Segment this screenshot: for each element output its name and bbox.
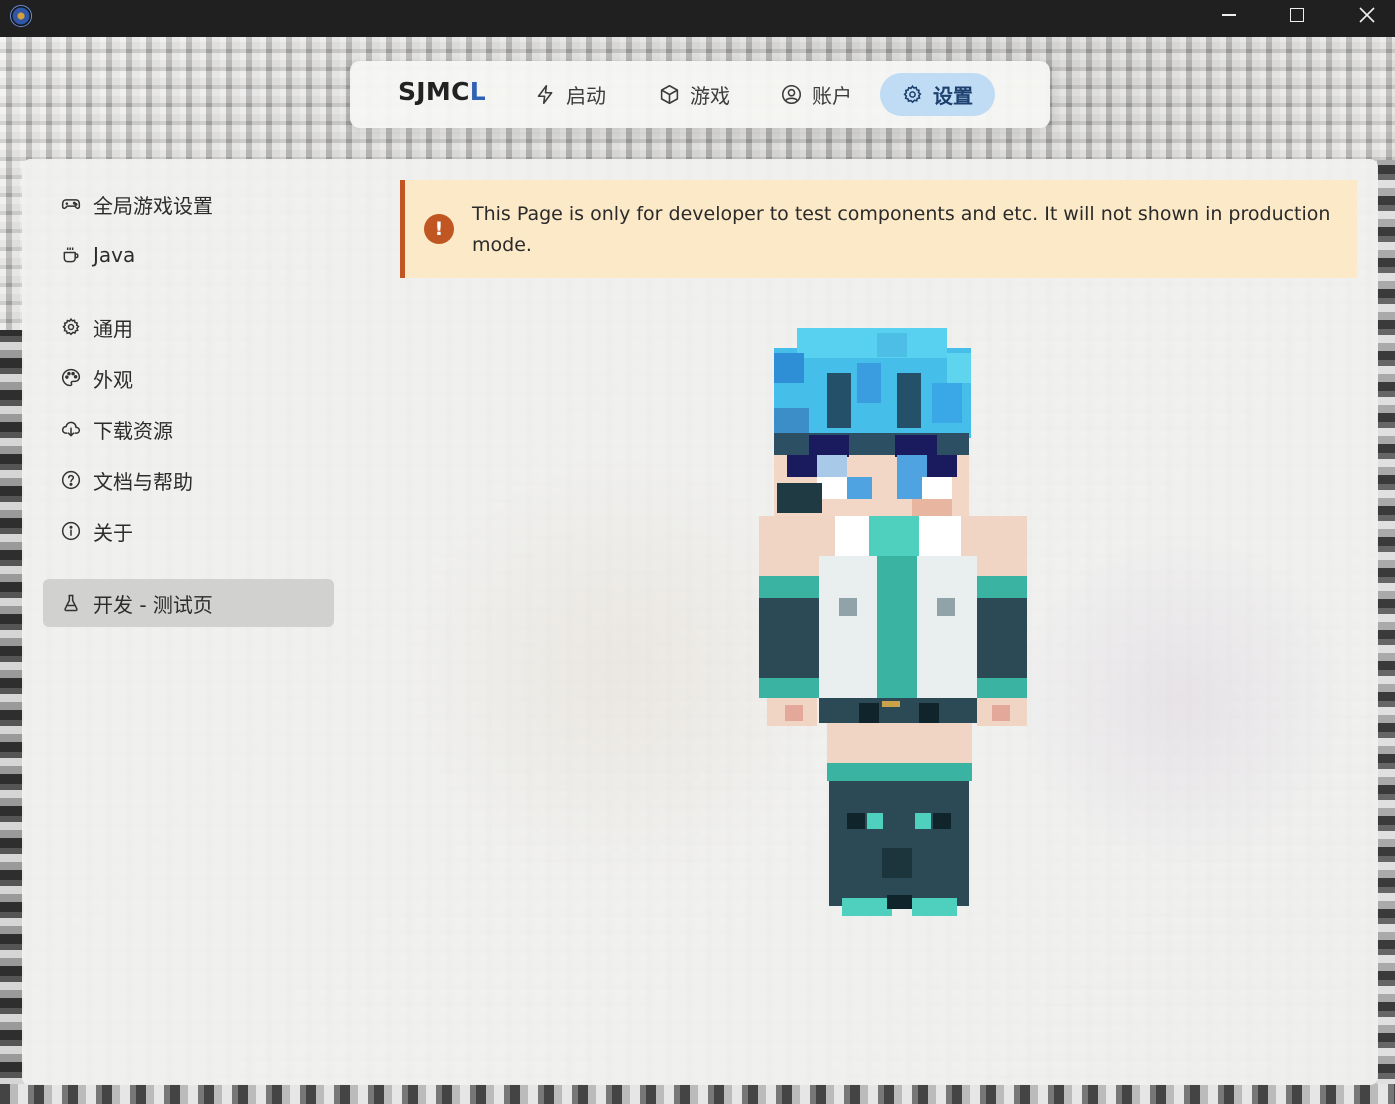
- brand-text: SJMC: [398, 77, 470, 106]
- sidebar-item-global-game-settings[interactable]: 全局游戏设置: [43, 180, 334, 228]
- app-logo-icon: [10, 5, 32, 27]
- skin-legs: [827, 723, 972, 916]
- skin-viewer-3d[interactable]: [737, 323, 1027, 963]
- nav-tab-label: 游戏: [690, 84, 730, 108]
- sidebar-item-general[interactable]: 通用: [43, 303, 334, 351]
- gamepad-icon: [61, 199, 81, 210]
- background-edge-right: [1377, 160, 1395, 1104]
- gear-icon: [903, 84, 922, 104]
- sidebar-item-label: 下载资源: [93, 418, 173, 443]
- background-edge-bottom: [0, 1084, 1395, 1104]
- nav-tab-settings[interactable]: 设置: [880, 73, 995, 116]
- sidebar-item-about[interactable]: 关于: [43, 507, 334, 555]
- sidebar-item-label: 关于: [93, 520, 133, 545]
- skin-head-face: [774, 433, 969, 518]
- lightning-icon: [537, 84, 553, 105]
- minimize-icon: [1222, 14, 1236, 16]
- sidebar-item-appearance[interactable]: 外观: [43, 354, 334, 402]
- palette-icon: [61, 368, 81, 387]
- flask-icon: [64, 594, 78, 612]
- cloud-download-icon: [61, 421, 81, 437]
- coffee-cup-icon: [63, 247, 79, 263]
- skin-torso: [819, 516, 977, 723]
- warning-circle-icon: !: [424, 214, 454, 244]
- sidebar-item-java[interactable]: Java: [43, 231, 334, 279]
- sidebar-item-downloads[interactable]: 下载资源: [43, 405, 334, 453]
- help-circle-icon: [61, 470, 81, 490]
- nav-tab-launch[interactable]: 启动: [513, 73, 628, 116]
- nav-tab-games[interactable]: 游戏: [637, 73, 752, 116]
- cube-icon: [660, 84, 679, 105]
- panel-glow: [1022, 519, 1342, 879]
- maximize-icon: [1290, 8, 1304, 22]
- sidebar-item-label: 开发 - 测试页: [93, 592, 213, 617]
- close-icon: [1359, 7, 1375, 23]
- sidebar-item-label: 外观: [93, 367, 133, 392]
- alert-message: This Page is only for developer to test …: [472, 203, 1331, 256]
- nav-tab-label: 设置: [933, 84, 973, 108]
- gear-icon: [62, 317, 80, 336]
- nav-tab-label: 启动: [566, 84, 606, 108]
- nav-tab-accounts[interactable]: 账户: [759, 73, 874, 116]
- sidebar-item-label: Java: [93, 243, 136, 267]
- info-circle-icon: [61, 521, 81, 541]
- skin-head-hair: [774, 328, 971, 438]
- settings-sidebar: 全局游戏设置 Java 通用 外观 下载资源 文档与帮助 关于 开发 - 测试页: [22, 159, 362, 1085]
- background-edge-left: [0, 330, 24, 1104]
- sidebar-item-docs-help[interactable]: 文档与帮助: [43, 456, 334, 504]
- top-navigation: SJMCL 启动 游戏 账户 设置: [350, 61, 1050, 128]
- window-titlebar[interactable]: [0, 0, 1395, 37]
- maximize-button[interactable]: [1274, 0, 1320, 30]
- brand-accent-letter: L: [469, 77, 486, 106]
- main-panel: 全局游戏设置 Java 通用 外观 下载资源 文档与帮助 关于 开发 - 测试页…: [22, 159, 1378, 1085]
- dev-warning-alert: ! This Page is only for developer to tes…: [400, 180, 1357, 278]
- sidebar-item-label: 文档与帮助: [93, 469, 193, 494]
- minimize-button[interactable]: [1206, 0, 1252, 30]
- user-circle-icon: [781, 84, 802, 105]
- nav-tab-label: 账户: [812, 84, 852, 108]
- brand-logo[interactable]: SJMCL: [398, 77, 486, 106]
- sidebar-item-dev-test-page[interactable]: 开发 - 测试页: [43, 579, 334, 627]
- sidebar-item-label: 通用: [93, 316, 133, 341]
- sidebar-item-label: 全局游戏设置: [93, 193, 213, 218]
- close-button[interactable]: [1344, 0, 1390, 30]
